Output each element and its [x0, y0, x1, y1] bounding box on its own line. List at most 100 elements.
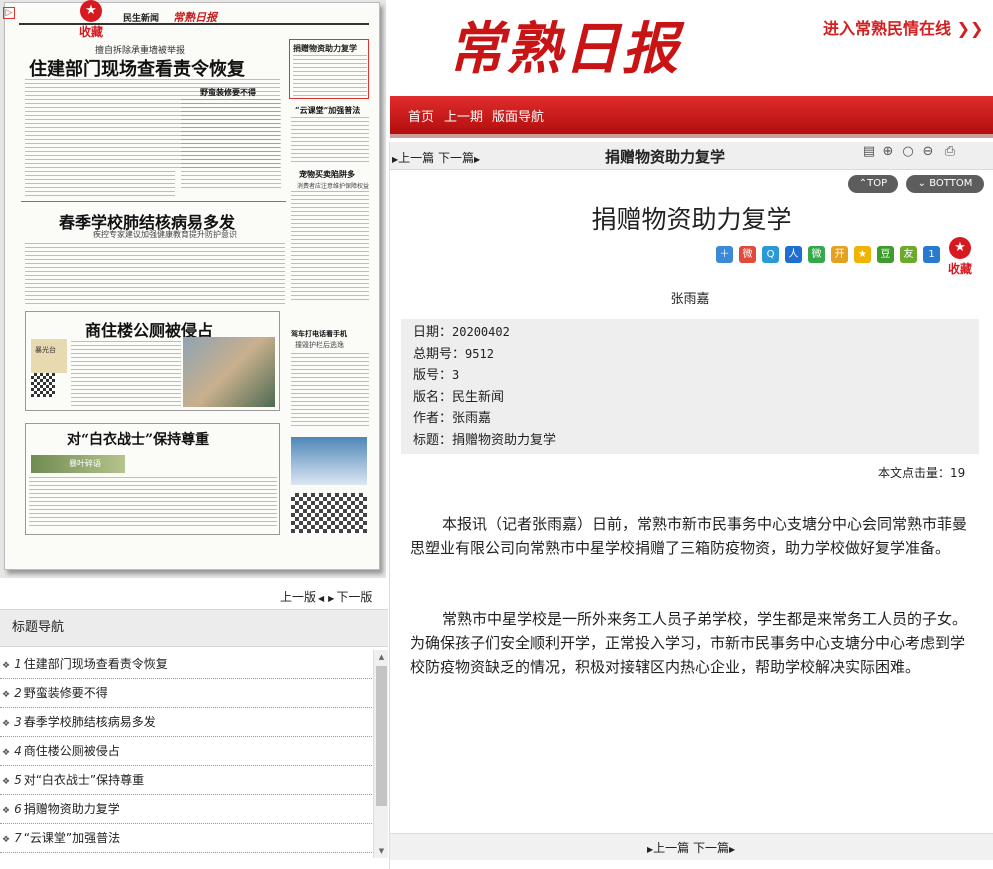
- paper-box-title: 捐赠物资助力复学: [293, 43, 357, 53]
- paper-divider: [21, 201, 286, 202]
- title-list-scrollbar[interactable]: ▲ ▼: [373, 650, 388, 858]
- star-icon: ★: [949, 237, 971, 259]
- scroll-bottom-button[interactable]: ⌄ BOTTOM: [906, 175, 984, 193]
- article-title: 捐赠物资助力复学: [591, 206, 792, 234]
- title-nav-item[interactable]: ❖ 3 春季学校肺结核病易多发: [0, 708, 372, 737]
- title-nav-item[interactable]: ❖ 5 对“白衣战士”保持尊重: [0, 766, 372, 795]
- enter-minqing-link[interactable]: 进入常熟民情在线 ❯❯: [823, 15, 983, 39]
- meta-label: 版号：: [413, 368, 453, 383]
- share-star-icon[interactable]: ★: [854, 246, 871, 263]
- nav-page-navigation[interactable]: 版面导航: [492, 106, 544, 125]
- title-nav-item[interactable]: ❖ 1 住建部门现场查看责令恢复: [0, 650, 372, 679]
- paper-box2-title[interactable]: “云课堂”加强普法: [295, 105, 360, 116]
- paper-box4-title[interactable]: 驾车打电话看手机: [291, 329, 347, 339]
- paper-masthead: 民生新闻 常熟日报: [19, 11, 369, 25]
- nav-prev-issue[interactable]: 上一期: [444, 106, 483, 125]
- share-more-icon[interactable]: 1: [923, 246, 940, 263]
- meta-value: 张雨嘉: [452, 411, 492, 426]
- bottom-next-article-link[interactable]: 下一篇: [693, 841, 729, 855]
- page-nav: 上一版 ◀ ▶ 下一版: [280, 588, 372, 605]
- next-page-link[interactable]: 下一版: [336, 590, 372, 604]
- paper-section-name: 民生新闻: [123, 14, 160, 24]
- title-nav-label: 住建部门现场查看责令恢复: [23, 657, 168, 671]
- paper-headline-1[interactable]: 住建部门现场查看责令恢复: [29, 55, 245, 81]
- title-nav-list: ❖ 1 住建部门现场查看责令恢复 ❖ 2 野蛮装修要不得 ❖ 3 春季学校肺结核病易多发 ❖…: [0, 650, 372, 860]
- article-meta-box: 日期：20200402 总期号：9512 版号：3 版名：民生新闻 作者：张雨嘉…: [401, 319, 979, 454]
- meta-value: 民生新闻: [452, 389, 505, 405]
- scroll-top-button[interactable]: ⌃TOP: [848, 175, 898, 193]
- share-douban-icon[interactable]: 豆: [877, 246, 894, 263]
- title-nav-num: 5: [14, 773, 22, 787]
- bottom-prev-article-link[interactable]: 上一篇: [653, 841, 689, 855]
- paper-text-block: [293, 55, 367, 97]
- article-author: 张雨嘉: [670, 292, 710, 307]
- article-favorite-button[interactable]: ★ 收藏: [945, 237, 975, 277]
- meta-label: 作者：: [413, 411, 453, 426]
- nav-home[interactable]: 首页: [408, 106, 434, 125]
- share-qzone-icon[interactable]: Q: [762, 246, 779, 263]
- favorite-button[interactable]: ★ 收藏: [76, 0, 106, 40]
- meta-value: 3: [452, 368, 460, 382]
- print-icon[interactable]: ⎙: [942, 144, 958, 160]
- zoom-in-icon[interactable]: ⊕: [880, 144, 896, 160]
- share-weibo-icon[interactable]: 微: [739, 246, 756, 263]
- paper-box4-sub: 撞毁护栏后逃逸: [295, 341, 344, 349]
- arrow-right-icon: ▶: [729, 845, 736, 854]
- title-nav-label: 捐赠物资助力复学: [23, 802, 120, 816]
- title-nav-label: 春季学校肺结核病易多发: [23, 715, 156, 729]
- bullet-icon: ❖: [2, 690, 11, 700]
- meta-value: 20200402: [452, 325, 510, 339]
- meta-label: 版名：: [413, 389, 453, 405]
- site-logo[interactable]: 常熟日报: [448, 4, 680, 85]
- column-divider: [389, 142, 390, 869]
- title-nav-item[interactable]: ❖ 7 “云课堂”加强普法: [0, 824, 372, 853]
- paper-qr-code: [31, 373, 55, 397]
- paper-text-block: [181, 99, 281, 191]
- title-nav-header: 标题导航: [0, 609, 388, 647]
- bullet-icon: ❖: [2, 748, 11, 758]
- document-icon[interactable]: ▤: [861, 144, 877, 160]
- article-paragraph-1: 本报讯（记者张雨嘉）日前，常熟市新市民事务中心支塘分中心会同常熟市菲曼思塑业有限…: [410, 515, 968, 557]
- share-wechat-icon[interactable]: 微: [808, 246, 825, 263]
- paper-headline-5[interactable]: 对“白衣战士”保持尊重: [67, 429, 209, 449]
- meta-label: 日期：: [413, 325, 453, 340]
- scrollbar-thumb[interactable]: [376, 666, 387, 806]
- meta-section: 版名：民生新闻: [413, 387, 979, 409]
- zoom-out-icon[interactable]: ⊖: [920, 144, 936, 160]
- meta-value: 9512: [465, 346, 494, 361]
- bottom-prev-next: ▶上一篇 下一篇▶: [647, 839, 735, 856]
- article-hit-count: 本文点击量：19: [878, 464, 965, 481]
- share-add-icon[interactable]: ＋: [716, 246, 733, 263]
- share-kaixin-icon[interactable]: 开: [831, 246, 848, 263]
- prev-page-link[interactable]: 上一版: [280, 590, 316, 604]
- title-nav-item[interactable]: ❖ 2 野蛮装修要不得: [0, 679, 372, 708]
- share-friends-icon[interactable]: 友: [900, 246, 917, 263]
- scroll-up-icon[interactable]: ▲: [374, 650, 389, 664]
- title-nav-item[interactable]: ❖ 6 捐赠物资助力复学: [0, 795, 372, 824]
- paper-photo: [183, 337, 275, 407]
- paper-text-block: [25, 171, 175, 196]
- meta-author: 作者：张雨嘉: [413, 408, 979, 430]
- paper-headline-2[interactable]: 野蛮装修要不得: [200, 87, 256, 98]
- prev-article-link[interactable]: 上一篇: [398, 151, 434, 165]
- meta-label: 总期号：: [413, 346, 466, 362]
- title-nav-label: “云课堂”加强普法: [23, 831, 121, 845]
- bullet-icon: ❖: [2, 777, 11, 787]
- paper-box3-title[interactable]: 宠物买卖陷阱多: [299, 169, 355, 180]
- scroll-down-icon[interactable]: ▼: [374, 844, 389, 858]
- share-renren-icon[interactable]: 人: [785, 246, 802, 263]
- title-nav-num: 2: [14, 686, 22, 700]
- newspaper-page-image[interactable]: 民生新闻 常熟日报 擅自拆除承重墙被举报 住建部门现场查看责令恢复 野蛮装修要不…: [4, 2, 380, 570]
- zoom-reset-icon[interactable]: ○: [900, 144, 916, 160]
- title-nav-item[interactable]: ❖ 4 商住楼公厕被侵占: [0, 737, 372, 766]
- arrow-right-icon: ▶: [328, 594, 335, 603]
- next-article-link[interactable]: 下一篇: [438, 151, 474, 165]
- corner-expand-icon[interactable]: ▷: [3, 7, 15, 19]
- paper-text-block: [291, 353, 369, 429]
- favorite-label: 收藏: [78, 25, 103, 39]
- bullet-icon: ❖: [2, 835, 11, 845]
- article-paragraph-2: 常熟市中星学校是一所外来务工人员子弟学校，学生都是来常务工人员的子女。为确保孩子…: [410, 610, 968, 676]
- title-nav-num: 6: [14, 802, 22, 816]
- arrow-left-icon: ◀: [318, 594, 325, 603]
- title-nav-label: 商住楼公厕被侵占: [23, 744, 120, 758]
